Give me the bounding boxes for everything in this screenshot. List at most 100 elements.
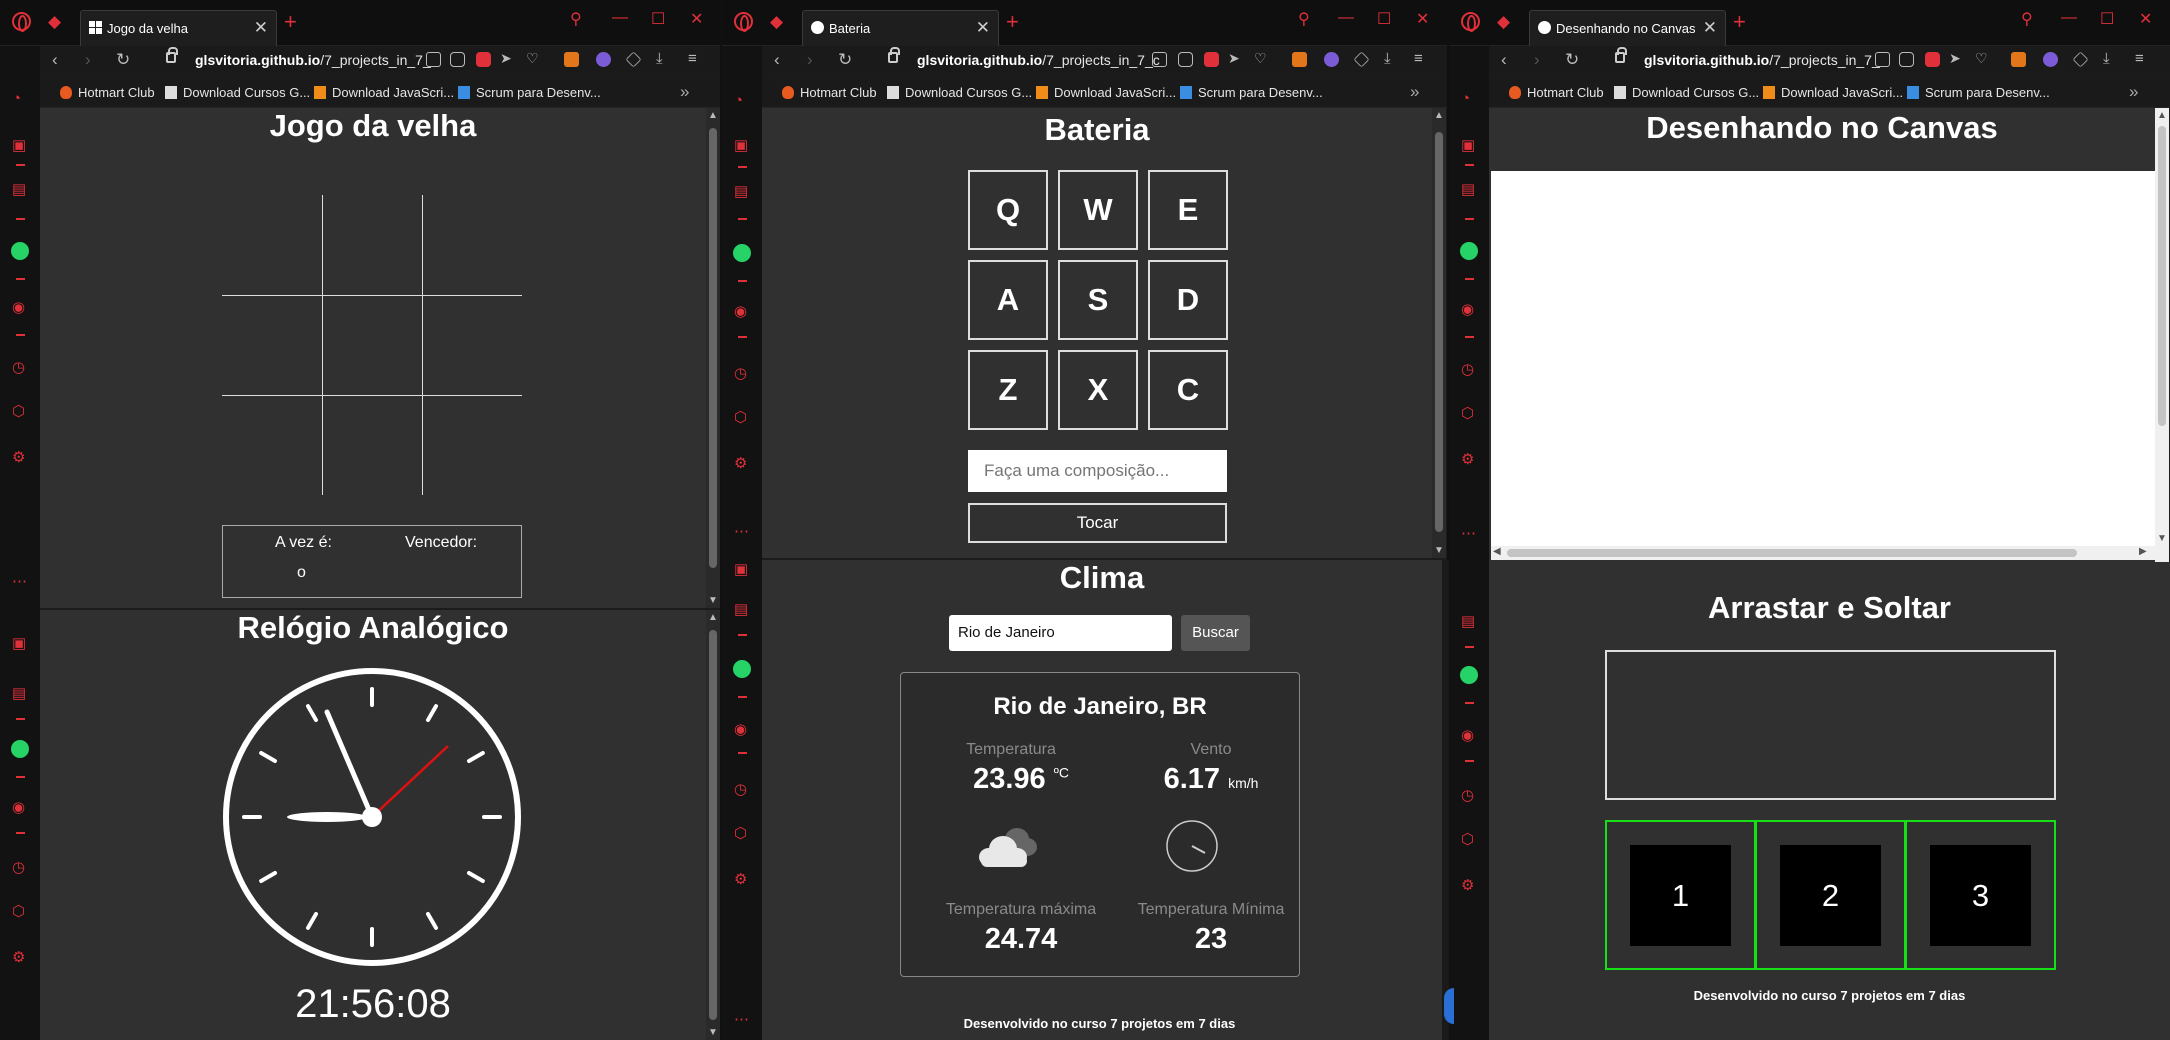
- drum-key-q[interactable]: Q: [968, 170, 1048, 250]
- drum-key-z[interactable]: Z: [968, 350, 1048, 430]
- floating-blue-button-icon[interactable]: [1444, 988, 1454, 1024]
- whatsapp-icon[interactable]: [733, 660, 751, 678]
- drag-slot[interactable]: 2: [1755, 820, 1906, 970]
- bookmark-item[interactable]: Download Cursos G...: [1614, 85, 1759, 100]
- briefcase-icon[interactable]: ▣: [1461, 136, 1475, 154]
- twitch-icon[interactable]: ▤: [1461, 612, 1475, 630]
- bookmark-item[interactable]: Download JavaScri...: [1763, 85, 1903, 100]
- metamask-icon[interactable]: [1292, 52, 1307, 67]
- send-icon[interactable]: ➤: [500, 50, 512, 67]
- heart-icon[interactable]: ♡: [526, 50, 539, 67]
- scrollbar-thumb[interactable]: [1435, 132, 1443, 532]
- minimize-icon[interactable]: —: [2061, 9, 2077, 27]
- whatsapp-icon[interactable]: [11, 740, 29, 758]
- search-icon[interactable]: ⚲: [2021, 9, 2033, 29]
- cube-icon[interactable]: ⬡: [734, 824, 747, 842]
- scrollbar[interactable]: ▲ ▼: [2155, 108, 2169, 562]
- bookmark-item[interactable]: Download JavaScri...: [314, 85, 454, 100]
- player-icon[interactable]: ◉: [1461, 726, 1474, 744]
- download-icon[interactable]: ⤓: [656, 50, 663, 67]
- extension-purple-icon[interactable]: [2043, 52, 2058, 67]
- scroll-up-icon[interactable]: ▲: [1434, 110, 1444, 121]
- drum-key-x[interactable]: X: [1058, 350, 1138, 430]
- more-icon[interactable]: ⋯: [734, 1010, 749, 1028]
- scrollbar-thumb[interactable]: [709, 128, 717, 568]
- search-icon[interactable]: ⚲: [1298, 9, 1310, 29]
- speed-dial-icon[interactable]: ◔: [734, 92, 743, 109]
- download-icon[interactable]: ⤓: [2103, 50, 2110, 67]
- extension-purple-icon[interactable]: [1324, 52, 1339, 67]
- composition-input[interactable]: [968, 450, 1227, 492]
- maximize-icon[interactable]: ☐: [651, 9, 665, 29]
- drag-item[interactable]: 2: [1780, 845, 1881, 946]
- more-icon[interactable]: ⋯: [734, 522, 749, 540]
- drum-key-w[interactable]: W: [1058, 170, 1138, 250]
- minimize-icon[interactable]: —: [1338, 9, 1354, 27]
- bookmark-item[interactable]: Scrum para Desenv...: [1180, 85, 1323, 100]
- scroll-down-icon[interactable]: ▼: [708, 595, 718, 606]
- history-icon[interactable]: ◷: [12, 858, 25, 876]
- scroll-left-icon[interactable]: ◀: [1493, 546, 1501, 557]
- history-icon[interactable]: ◷: [734, 780, 747, 798]
- heart-icon[interactable]: ♡: [1975, 50, 1988, 67]
- opera-logo-icon[interactable]: [734, 12, 753, 32]
- maximize-icon[interactable]: ☐: [2100, 9, 2114, 29]
- gamepad-icon[interactable]: ◆: [770, 12, 783, 32]
- cube-icon[interactable]: ⬡: [734, 408, 747, 426]
- download-icon[interactable]: ⤓: [1384, 50, 1391, 67]
- drum-key-e[interactable]: E: [1148, 170, 1228, 250]
- twitch-icon[interactable]: ▤: [1461, 180, 1475, 198]
- twitch-icon[interactable]: ▤: [734, 182, 748, 200]
- edit-icon[interactable]: [1152, 52, 1167, 67]
- whatsapp-icon[interactable]: [1460, 242, 1478, 260]
- whatsapp-icon[interactable]: [11, 242, 29, 260]
- tab-active[interactable]: Jogo da velha ✕: [80, 10, 277, 46]
- settings-icon[interactable]: ⚙: [1461, 450, 1474, 468]
- new-tab-icon[interactable]: +: [1733, 9, 1746, 35]
- horizontal-scrollbar[interactable]: ◀ ▶: [1491, 546, 2155, 560]
- reload-icon[interactable]: ↻: [1565, 50, 1579, 70]
- close-tab-icon[interactable]: ✕: [1703, 18, 1717, 38]
- speed-dial-icon[interactable]: ◔: [12, 90, 21, 107]
- scrollbar-thumb[interactable]: [1507, 549, 2077, 557]
- scrollbar[interactable]: ▲ ▼: [706, 108, 720, 608]
- more-bookmarks-icon[interactable]: »: [1410, 82, 1419, 102]
- whatsapp-icon[interactable]: [733, 244, 751, 262]
- opera-logo-icon[interactable]: [12, 12, 31, 32]
- shield-icon[interactable]: [476, 52, 491, 67]
- history-icon[interactable]: ◷: [1461, 360, 1474, 378]
- new-tab-icon[interactable]: +: [1006, 9, 1019, 35]
- scroll-up-icon[interactable]: ▲: [708, 612, 718, 623]
- search-icon[interactable]: ⚲: [570, 9, 582, 29]
- gamepad-icon[interactable]: ◆: [48, 12, 61, 32]
- briefcase-icon[interactable]: ▣: [12, 634, 26, 652]
- tictactoe-board[interactable]: [222, 195, 522, 495]
- forward-icon[interactable]: ›: [807, 50, 813, 70]
- maximize-icon[interactable]: ☐: [1377, 9, 1391, 29]
- shield-icon[interactable]: [1204, 52, 1219, 67]
- cube-icon[interactable]: [2072, 51, 2089, 68]
- back-icon[interactable]: ‹: [52, 50, 58, 70]
- forward-icon[interactable]: ›: [1534, 50, 1540, 70]
- camera-icon[interactable]: [450, 52, 465, 67]
- settings-icon[interactable]: ⚙: [1461, 876, 1474, 894]
- metamask-icon[interactable]: [2011, 52, 2026, 67]
- city-input[interactable]: Rio de Janeiro: [949, 615, 1172, 651]
- play-button[interactable]: Tocar: [968, 503, 1227, 543]
- menu-icon[interactable]: ≡: [2135, 50, 2144, 67]
- extension-purple-icon[interactable]: [596, 52, 611, 67]
- whatsapp-icon[interactable]: [1460, 666, 1478, 684]
- shield-icon[interactable]: [1925, 52, 1940, 67]
- player-icon[interactable]: ◉: [1461, 300, 1474, 318]
- briefcase-icon[interactable]: ▣: [734, 136, 748, 154]
- scroll-up-icon[interactable]: ▲: [708, 110, 718, 121]
- player-icon[interactable]: ◉: [734, 302, 747, 320]
- url-field[interactable]: glsvitoria.github.io/7_projects_in_7_: [195, 52, 465, 68]
- forward-icon[interactable]: ›: [85, 50, 91, 70]
- history-icon[interactable]: ◷: [734, 364, 747, 382]
- camera-icon[interactable]: [1899, 52, 1914, 67]
- cube-icon[interactable]: [625, 51, 642, 68]
- drum-key-d[interactable]: D: [1148, 260, 1228, 340]
- drum-key-c[interactable]: C: [1148, 350, 1228, 430]
- scrollbar-thumb[interactable]: [2158, 126, 2166, 426]
